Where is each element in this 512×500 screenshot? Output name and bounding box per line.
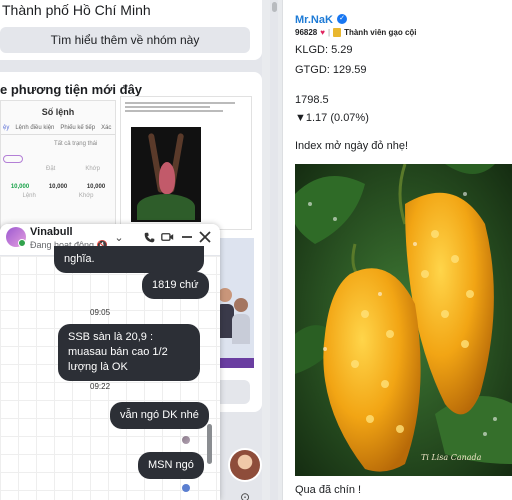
message-bubble: MSN ngó	[138, 452, 204, 479]
post-panel: Mr.NaK ✓ 96828 ♥ | Thành viên gạo cội KL…	[282, 0, 512, 500]
minimize-icon[interactable]	[180, 230, 194, 244]
new-message-icon[interactable]: ⊙	[228, 490, 262, 500]
thumb-col-heads: Đặt Khớp	[46, 166, 100, 172]
dragonfly-photo	[131, 127, 201, 222]
message-timestamp: 09:05	[90, 308, 111, 317]
divider-handle[interactable]	[272, 2, 277, 12]
heart-icon: ♥	[320, 28, 325, 37]
message-bubble: 1819 chứ	[142, 272, 209, 299]
author-points: 96828	[295, 28, 318, 37]
contact-name[interactable]: Vinabull	[30, 226, 73, 238]
chat-head-avatar[interactable]	[228, 448, 262, 482]
group-location-title: Thành phố Hồ Chí Minh	[2, 2, 151, 18]
panel-divider	[270, 0, 278, 500]
seen-avatar	[182, 436, 190, 444]
chat-messages: nghĩa. 1819 chứ 09:05 SSB sàn là 20,9 : …	[0, 246, 220, 500]
online-status-icon	[18, 239, 26, 247]
chat-scrollbar-thumb[interactable]	[207, 424, 212, 464]
thumb-filter-row: Tất cả trạng thái	[53, 141, 98, 147]
post-index-value: 1798.5	[295, 94, 329, 106]
learn-more-button[interactable]: Tìm hiểu thêm về nhóm này	[0, 27, 250, 53]
feed-panel: Thành phố Hồ Chí Minh Tìm hiểu thêm về n…	[0, 0, 262, 500]
message-timestamp: 09:22	[90, 382, 111, 391]
post-gtgd: GTGD: 129.59	[295, 64, 367, 76]
group-about-card: Thành phố Hồ Chí Minh Tìm hiểu thêm về n…	[0, 0, 262, 60]
recent-media-title: e phương tiện mới đây	[0, 82, 143, 97]
close-icon[interactable]	[198, 230, 212, 244]
media-thumbnail-order-book[interactable]: Số lệnh ệy Lệnh điều kiện Phiếu kế tiếp …	[0, 100, 116, 230]
thumb-text-lines	[121, 97, 251, 117]
video-call-icon[interactable]	[160, 230, 174, 244]
verified-icon: ✓	[337, 14, 347, 24]
post-index-change: ▼1.17 (0.07%)	[295, 112, 369, 124]
message-bubble: nghĩa.	[54, 246, 204, 273]
phone-icon[interactable]	[142, 230, 156, 244]
post-image-bitter-melon[interactable]: Ti Lisa Canada	[295, 164, 512, 476]
thumb-heading: Số lệnh	[41, 107, 75, 117]
message-bubble: SSB sàn là 20,9 : muasau bán cao 1/2 lượ…	[58, 324, 200, 381]
media-thumbnail-dragonfly[interactable]	[120, 96, 252, 230]
thumb-pill	[3, 155, 23, 163]
thumb-sub-labels: Lệnh Khớp	[22, 193, 94, 199]
chevron-down-icon[interactable]: ⌄	[112, 230, 126, 244]
thumb-values: 10,000 10,000 10,000	[10, 184, 106, 190]
author-meta: 96828 ♥ | Thành viên gạo cội	[295, 28, 417, 37]
post-caption: Qua đã chín !	[295, 484, 362, 496]
post-author-link[interactable]: Mr.NaK	[295, 14, 333, 26]
seen-avatar	[182, 484, 190, 492]
rank-badge-icon	[333, 28, 342, 37]
image-signature: Ti Lisa Canada	[421, 453, 482, 462]
chat-window: Vinabull Đang hoạt động 🔇 ⌄ nghĩa. 1819 …	[0, 224, 220, 500]
media-thumbnail-people[interactable]	[214, 238, 254, 368]
message-bubble: vẫn ngó DK nhé	[110, 402, 209, 429]
post-headline: Index mở ngày đỏ nhẹ!	[295, 140, 409, 152]
post-klgd: KLGD: 5.29	[295, 44, 353, 56]
author-badge: Thành viên gạo cội	[344, 28, 417, 37]
thumb-tabs: ệy Lệnh điều kiện Phiếu kế tiếp Xác	[1, 125, 115, 135]
